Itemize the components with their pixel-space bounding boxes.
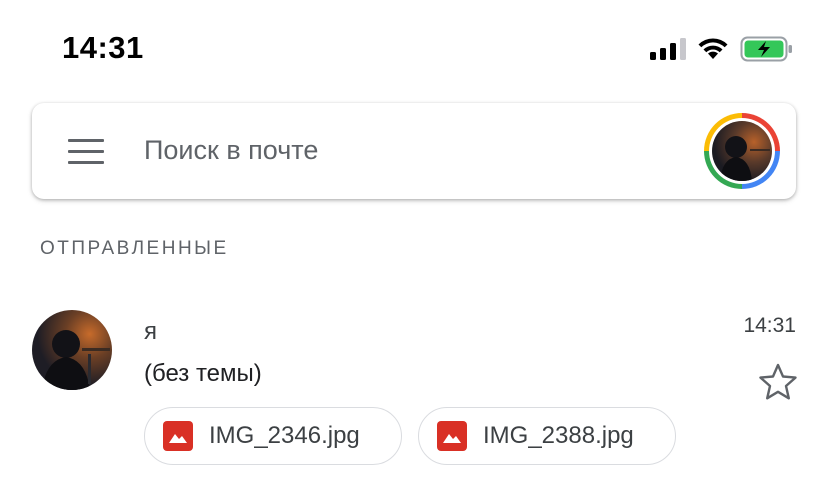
- attachment-name: IMG_2346.jpg: [209, 422, 360, 449]
- sender-name: я: [144, 318, 157, 345]
- attachment-name: IMG_2388.jpg: [483, 422, 634, 449]
- sender-avatar: [32, 310, 112, 390]
- hamburger-menu-icon[interactable]: [68, 139, 104, 165]
- star-icon[interactable]: [758, 362, 798, 402]
- wifi-icon: [698, 38, 728, 59]
- status-time: 14:31: [62, 30, 144, 65]
- image-icon: [437, 421, 467, 451]
- search-input[interactable]: Поиск в почте: [144, 135, 318, 166]
- section-title-sent: ОТПРАВЛЕННЫЕ: [40, 238, 229, 259]
- mail-list-item[interactable]: я 14:31 (без темы) IMG_2346.jpg IMG_2388…: [0, 290, 828, 480]
- search-bar[interactable]: Поиск в почте: [32, 103, 796, 199]
- battery-charging-icon: [740, 36, 792, 62]
- status-icons: [650, 36, 794, 62]
- attachment-chip[interactable]: IMG_2346.jpg: [144, 407, 402, 465]
- attachment-chip[interactable]: IMG_2388.jpg: [418, 407, 676, 465]
- image-icon: [163, 421, 193, 451]
- account-photo: [712, 121, 772, 181]
- cellular-signal-icon: [650, 38, 686, 60]
- account-avatar[interactable]: [704, 113, 780, 189]
- mail-subject: (без темы): [144, 360, 262, 387]
- mail-time: 14:31: [743, 314, 796, 337]
